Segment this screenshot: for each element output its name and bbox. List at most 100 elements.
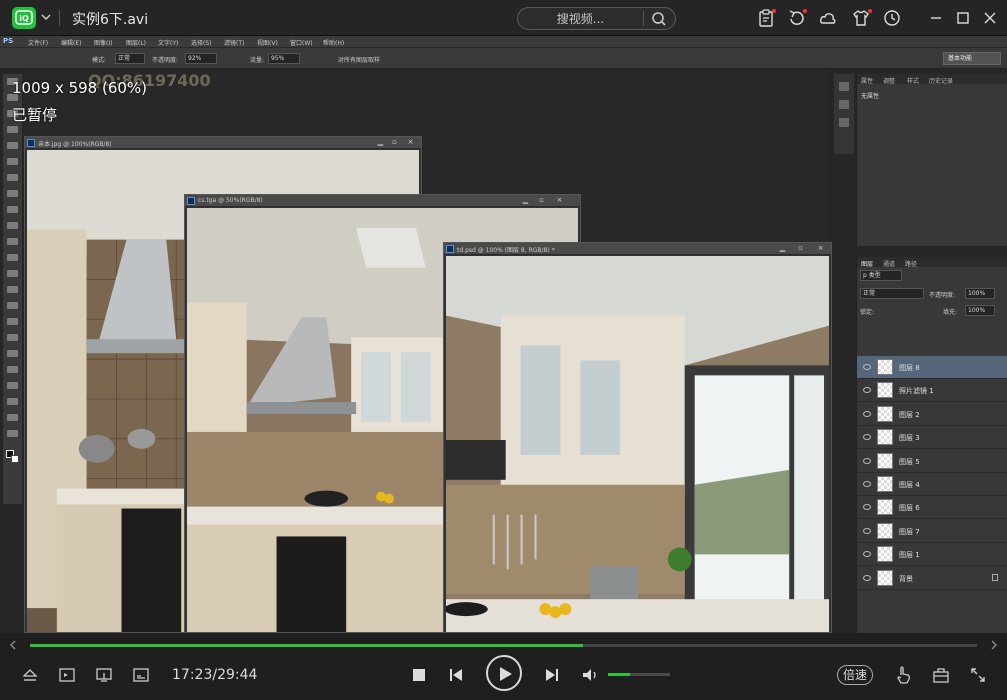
ps-menu-item: 编辑(E) xyxy=(61,40,82,47)
layer-name: 图层 1 xyxy=(899,551,920,560)
close-icon[interactable] xyxy=(980,8,1000,28)
layer-thumbnail xyxy=(877,405,893,422)
doc-close-icon: × xyxy=(817,244,824,252)
tab-layers: 图层 xyxy=(861,261,874,268)
layer-thumbnail xyxy=(877,359,893,375)
layer-thumbnail xyxy=(877,429,893,446)
layer-thumbnail xyxy=(877,452,893,469)
layer-name: 图层 2 xyxy=(899,410,920,419)
document-titlebar: td.psd @ 100% (图层 8, RGB/8) * ▁ ▫ × xyxy=(444,243,831,255)
title-divider xyxy=(59,10,60,26)
fill-value: 100% xyxy=(965,305,995,316)
tab-adjustments: 调整 xyxy=(883,78,896,85)
flow-label: 流量: xyxy=(250,57,265,64)
ps-menu-item: 文字(Y) xyxy=(158,40,179,47)
layer-row: 图层 2 xyxy=(857,403,1007,426)
time-display: 17:23/29:44 xyxy=(172,667,258,683)
ps-menu-bar: PS 文件(F) 编辑(E) 图像(I) 图层(L) 文字(Y) 选择(S) 滤… xyxy=(0,36,1007,47)
layer-row: 照片滤镜 1 xyxy=(857,379,1007,403)
file-title: 实例6下.avi xyxy=(72,12,149,28)
layer-thumbnail xyxy=(877,569,893,586)
search-box xyxy=(517,7,676,30)
lock-icon xyxy=(992,573,998,581)
layer-row: 图层 7 xyxy=(857,520,1007,543)
paused-status-overlay: 已暂停 xyxy=(12,106,58,124)
background-color-swatch xyxy=(11,455,19,463)
fill-label: 填充: xyxy=(943,309,958,316)
maximize-icon[interactable] xyxy=(953,8,973,28)
toolbox-icon[interactable] xyxy=(932,666,950,684)
minimize-icon[interactable] xyxy=(926,8,946,28)
previous-icon[interactable] xyxy=(448,667,464,683)
layer-name: 照片滤镜 1 xyxy=(899,387,934,396)
tab-channels: 通道 xyxy=(883,261,896,268)
play-button[interactable] xyxy=(486,655,522,691)
playlist-icon[interactable] xyxy=(58,667,76,683)
document-titlebar: cs.tga @ 50%(RGB/8) ▁ ▫ × xyxy=(185,195,580,207)
eye-icon xyxy=(863,387,871,394)
search-input[interactable] xyxy=(518,8,643,29)
ps-menu-item: 图像(I) xyxy=(94,40,113,47)
eye-icon xyxy=(863,551,871,558)
chevron-down-icon[interactable] xyxy=(40,11,52,23)
speed-button[interactable]: 倍速 xyxy=(837,665,873,685)
flow-value: 95% xyxy=(268,53,300,64)
clock-icon[interactable] xyxy=(882,8,902,28)
layer-row: 图层 4 xyxy=(857,473,1007,496)
progress-fill xyxy=(30,644,584,647)
app-logo-icon[interactable]: iQ xyxy=(12,7,36,29)
search-icon[interactable] xyxy=(648,10,670,28)
doc-close-icon: × xyxy=(407,138,414,146)
layer-name: 图层 3 xyxy=(899,434,920,443)
cloud-icon[interactable] xyxy=(818,8,838,28)
progress-bar[interactable] xyxy=(30,644,977,647)
volume-icon[interactable] xyxy=(581,666,599,684)
seek-back-icon[interactable] xyxy=(8,639,18,651)
layer-thumbnail xyxy=(877,546,893,563)
lock-label: 锁定: xyxy=(860,309,875,316)
doc-minimize-icon: ▁ xyxy=(779,244,786,252)
tab-history: 历史记录 xyxy=(929,78,954,85)
layers-panel-tabs: 图层 通道 路径 xyxy=(857,257,1007,268)
eye-icon xyxy=(863,410,871,417)
sample-all-label: 对所有图层取样 xyxy=(338,57,381,64)
ps-menu-item: 滤镜(T) xyxy=(224,40,245,47)
layer-row: 图层 8 xyxy=(857,356,1007,379)
hand-pointer-icon[interactable] xyxy=(895,665,913,685)
eye-icon xyxy=(863,574,871,581)
ps-doc-icon xyxy=(187,197,195,205)
subtitle-icon[interactable] xyxy=(132,667,150,683)
layer-thumbnail xyxy=(877,382,893,399)
doc-minimize-icon: ▁ xyxy=(522,196,529,204)
doc-close-icon: × xyxy=(556,196,563,204)
document-titlebar: 亲本.jpg @ 100%(RGB/8) ▁ ▫ × xyxy=(25,137,421,149)
screen-cast-icon[interactable] xyxy=(95,667,113,683)
video-frame[interactable]: PS 文件(F) 编辑(E) 图像(I) 图层(L) 文字(Y) 选择(S) 滤… xyxy=(0,36,1007,633)
properties-panel: 属性 调整 样式 历史记录 无属性 xyxy=(856,74,1007,246)
workspace-select: 基本功能 xyxy=(943,52,1001,65)
seek-forward-icon[interactable] xyxy=(989,639,999,651)
properties-panel-tabs: 属性 调整 样式 历史记录 xyxy=(857,74,1007,85)
next-icon[interactable] xyxy=(544,667,560,683)
document-title: 亲本.jpg @ 100%(RGB/8) xyxy=(38,141,112,148)
layer-thumbnail xyxy=(877,499,893,516)
layer-name: 图层 8 xyxy=(899,364,920,372)
stop-icon[interactable] xyxy=(412,668,426,682)
notification-dot xyxy=(803,9,807,13)
eye-icon xyxy=(863,481,871,487)
fullscreen-icon[interactable] xyxy=(969,666,987,684)
document-title: cs.tga @ 50%(RGB/8) xyxy=(198,197,263,204)
ps-toolbox xyxy=(3,74,22,504)
opacity-label: 不透明度: xyxy=(152,57,179,64)
layer-kind-filter: p 类型 xyxy=(860,270,902,281)
ps-doc-icon xyxy=(446,245,454,253)
ps-menu-item: 视图(V) xyxy=(257,40,278,47)
eject-icon[interactable] xyxy=(21,667,39,683)
doc-minimize-icon: ▁ xyxy=(377,138,384,146)
ps-menu-item: 文件(F) xyxy=(28,40,49,47)
ps-menu-item: 图层(L) xyxy=(126,40,147,47)
volume-slider[interactable] xyxy=(608,673,670,676)
no-properties-label: 无属性 xyxy=(861,93,880,100)
video-player-window: iQ 实例6下.avi PS 文件(F) 编辑(E) 图像(I) 图层(L) xyxy=(0,0,1007,700)
ps-panel-icons xyxy=(834,74,854,154)
